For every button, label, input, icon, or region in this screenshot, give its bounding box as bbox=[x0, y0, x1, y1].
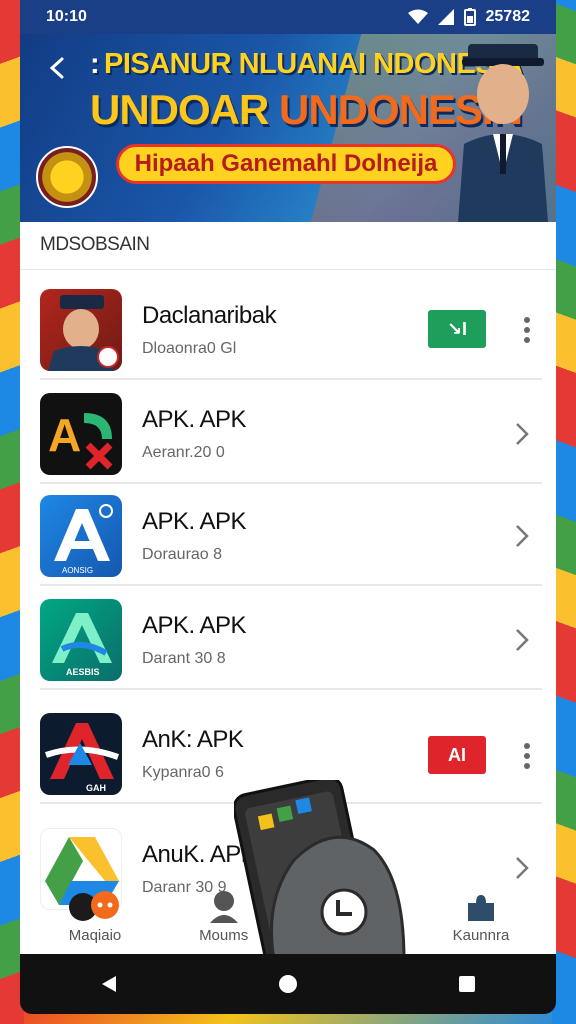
banner-subtitle-part1: UNDOAR bbox=[90, 86, 269, 133]
more-options-icon[interactable] bbox=[520, 316, 534, 344]
app-icon-caption: AESBIS bbox=[66, 667, 100, 677]
status-time: 10:10 bbox=[46, 8, 87, 25]
install-button[interactable]: ↘I bbox=[428, 310, 486, 348]
app-meta: Darant 30 8 bbox=[142, 650, 226, 667]
chevron-right-icon[interactable] bbox=[512, 522, 532, 550]
banner-pill: Hipaah Ganemahl Dolneija bbox=[116, 144, 456, 184]
app-icon-officer bbox=[40, 289, 122, 371]
battery-text: 25782 bbox=[485, 8, 531, 25]
header-banner: : PISANUR NLUANAI NDONESIA UNDOAR UNDONE… bbox=[20, 34, 556, 222]
garuda-emblem-icon bbox=[36, 146, 98, 208]
nav-item-messages[interactable]: Maqiaio bbox=[50, 889, 140, 944]
app-icon-teal-a: AESBIS bbox=[40, 599, 122, 681]
app-name: APK. APK bbox=[142, 508, 247, 535]
back-arrow-icon bbox=[49, 57, 64, 79]
app-name: APK. APK bbox=[142, 612, 247, 639]
puzzle-icon bbox=[467, 895, 494, 921]
more-options-icon[interactable] bbox=[520, 742, 534, 770]
install-button[interactable]: AI bbox=[428, 736, 486, 774]
banner-colon: : bbox=[90, 48, 100, 80]
back-triangle-icon[interactable] bbox=[100, 974, 118, 994]
chevron-right-icon[interactable] bbox=[512, 854, 532, 882]
battery-icon bbox=[463, 8, 476, 26]
app-icon-caption: GAH bbox=[86, 783, 106, 793]
app-icon-red-a: GAH bbox=[40, 713, 122, 795]
back-button[interactable] bbox=[46, 56, 76, 86]
nav-label: Kaunnra bbox=[452, 927, 510, 944]
app-meta: Doraurao 8 bbox=[142, 546, 223, 563]
app-icon-caption: AONSIG bbox=[62, 566, 93, 575]
app-meta: Aeranr.20 0 bbox=[142, 444, 225, 461]
nav-label: Maqiaio bbox=[68, 927, 122, 944]
phone-in-hand-illustration-icon bbox=[234, 780, 406, 960]
officer-illustration-icon bbox=[458, 44, 548, 222]
chat-icon bbox=[69, 891, 119, 921]
section-title: MDSOBSAIN bbox=[20, 222, 556, 270]
chevron-right-icon[interactable] bbox=[512, 626, 532, 654]
home-circle-icon[interactable] bbox=[278, 974, 298, 994]
status-icons: 25782 bbox=[407, 8, 531, 26]
nav-item-kaunnra[interactable]: Kaunnra bbox=[436, 889, 526, 944]
list-item[interactable]: AONSIG APK. APK Doraurao 8 bbox=[40, 488, 542, 586]
wifi-icon bbox=[407, 9, 428, 24]
recents-square-icon[interactable] bbox=[458, 975, 476, 993]
list-item[interactable]: Daclanaribak Dloaonra0 Gl ↘I bbox=[40, 282, 542, 380]
app-icon-ax: A bbox=[40, 393, 122, 475]
list-item[interactable]: AESBIS APK. APK Darant 30 8 bbox=[40, 592, 542, 690]
signal-icon bbox=[437, 9, 454, 25]
list-item[interactable]: A APK. APK Aeranr.20 0 bbox=[40, 386, 542, 484]
chevron-right-icon[interactable] bbox=[512, 420, 532, 448]
system-navigation-bar bbox=[20, 954, 556, 1014]
status-bar: 10:10 25782 bbox=[20, 0, 556, 34]
svg-text:A: A bbox=[48, 409, 81, 461]
app-name: APK. APK bbox=[142, 406, 247, 433]
app-icon-blue-a: AONSIG bbox=[40, 495, 122, 577]
